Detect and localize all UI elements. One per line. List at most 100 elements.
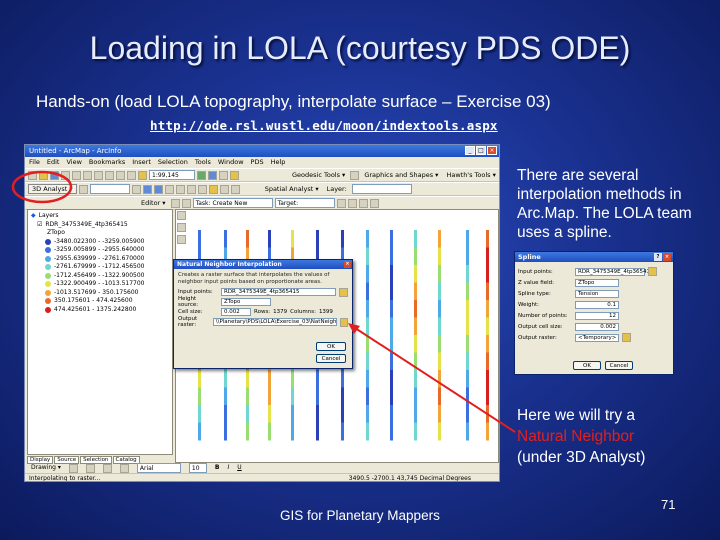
legend-class-item[interactable]: -3259.005899 - -2955.640000 xyxy=(31,246,169,255)
ode-link[interactable]: http://ode.rsl.wustl.edu/moon/indextools… xyxy=(150,118,498,133)
geodesic-icon[interactable] xyxy=(350,170,360,180)
toc-layer[interactable]: ☑ RDR_3475349E_4tp365415 xyxy=(31,221,169,230)
menu-help[interactable]: Help xyxy=(271,157,286,168)
spline-points-input[interactable]: 12 xyxy=(575,311,619,320)
menu-file[interactable]: File xyxy=(29,157,40,168)
rectangle-icon[interactable] xyxy=(102,463,112,473)
spline-browse-icon[interactable] xyxy=(648,267,657,276)
font-size-dropdown[interactable]: 10 xyxy=(188,463,207,473)
pan-icon[interactable] xyxy=(131,184,141,194)
close-icon[interactable]: × xyxy=(487,146,497,155)
nn-browse-icon[interactable] xyxy=(339,287,348,297)
toc-root[interactable]: ◆ Layers xyxy=(31,212,169,221)
spline-close-icon[interactable]: × xyxy=(663,253,671,261)
spline-weight-input[interactable]: 0.1 xyxy=(575,300,619,309)
arctoolbox-icon[interactable] xyxy=(208,170,217,180)
text-icon[interactable] xyxy=(119,463,129,473)
spline-z-field-select[interactable]: ZTopo xyxy=(575,278,619,287)
spline-type-select[interactable]: Tension xyxy=(575,289,619,298)
attributes-icon[interactable] xyxy=(358,198,368,208)
nn-output-browse-icon[interactable] xyxy=(340,317,348,327)
sketch-tool-icon[interactable] xyxy=(181,198,191,208)
help-icon[interactable] xyxy=(230,170,239,180)
menu-bookmarks[interactable]: Bookmarks xyxy=(89,157,125,168)
rotate-tool-icon[interactable] xyxy=(347,198,357,208)
menu-selection[interactable]: Selection xyxy=(158,157,188,168)
nn-cancel-button[interactable]: Cancel xyxy=(316,354,346,363)
back-icon[interactable] xyxy=(175,184,185,194)
spline-input-points-select[interactable]: RDR_3475349E_4tp365415 xyxy=(575,267,654,276)
legend-class-item[interactable]: -1322.900499 - -1013.517700 xyxy=(31,280,169,289)
target-dropdown[interactable]: Target: xyxy=(274,198,335,208)
legend-class-item[interactable]: -3480.022300 - -3259.005900 xyxy=(31,238,169,247)
text-tool-icon[interactable] xyxy=(177,235,186,244)
delete-icon[interactable] xyxy=(105,170,114,180)
3d-analyst-layer-dropdown[interactable] xyxy=(89,184,130,194)
spline-output-browse-icon[interactable] xyxy=(622,333,631,342)
copy-icon[interactable] xyxy=(83,170,92,180)
menu-edit[interactable]: Edit xyxy=(47,157,60,168)
spline-cancel-button[interactable]: Cancel xyxy=(605,361,633,370)
menu-insert[interactable]: Insert xyxy=(132,157,151,168)
underline-icon[interactable]: U xyxy=(237,463,241,473)
3d-analyst-icon[interactable] xyxy=(78,184,88,194)
spline-output-input[interactable]: <Temporary> xyxy=(575,333,619,342)
graphics-shapes-menu[interactable]: Graphics and Shapes ▾ xyxy=(361,171,441,179)
spatial-analyst-layer-dropdown[interactable] xyxy=(351,184,412,194)
legend-class-item[interactable]: -1013.517699 - 350.175600 xyxy=(31,289,169,298)
menu-view[interactable]: View xyxy=(66,157,81,168)
new-icon[interactable] xyxy=(28,170,37,180)
legend-class-item[interactable]: -2761.679999 - -1712.456500 xyxy=(31,263,169,272)
sketch-properties-icon[interactable] xyxy=(369,198,379,208)
menu-tools[interactable]: Tools xyxy=(195,157,211,168)
minimize-icon[interactable]: _ xyxy=(465,146,475,155)
font-dropdown[interactable]: Arial xyxy=(136,463,181,473)
measure-icon[interactable] xyxy=(230,184,240,194)
identify-icon[interactable] xyxy=(208,184,218,194)
italic-icon[interactable]: I xyxy=(227,463,229,473)
drawing-menu[interactable]: Drawing ▾ xyxy=(31,463,61,473)
find-icon[interactable] xyxy=(219,184,229,194)
nn-output-input[interactable]: \\Planetary\PDS\LOLA\Exercise_03\NatNeig… xyxy=(212,318,338,326)
pointer-icon[interactable] xyxy=(177,211,186,220)
task-dropdown[interactable]: Task: Create New Feature xyxy=(192,198,273,216)
open-icon[interactable] xyxy=(39,170,48,180)
nn-height-source-select[interactable]: ZTopo xyxy=(221,298,271,306)
add-data-icon[interactable] xyxy=(138,170,147,180)
save-icon[interactable] xyxy=(50,170,59,180)
cut-icon[interactable] xyxy=(72,170,81,180)
bold-icon[interactable]: B xyxy=(215,463,220,473)
spatial-analyst-menu[interactable]: Spatial Analyst ▾ xyxy=(262,185,322,193)
zoom-out-icon[interactable] xyxy=(153,184,163,194)
editor-icon[interactable] xyxy=(197,170,206,180)
maximize-icon[interactable]: □ xyxy=(476,146,486,155)
legend-class-item[interactable]: 474.425601 - 1375.242800 xyxy=(31,306,169,315)
full-extent-icon[interactable] xyxy=(164,184,174,194)
paste-icon[interactable] xyxy=(94,170,103,180)
split-tool-icon[interactable] xyxy=(336,198,346,208)
select-icon[interactable] xyxy=(197,184,207,194)
nn-ok-button[interactable]: OK xyxy=(316,342,346,351)
spline-help-icon[interactable]: ? xyxy=(654,253,662,261)
3d-analyst-dropdown[interactable]: 3D Analyst ▾ xyxy=(28,184,77,194)
hawths-tools-menu[interactable]: Hawth's Tools ▾ xyxy=(443,171,498,179)
editor-menu[interactable]: Editor ▾ xyxy=(138,199,169,207)
spline-cell-size-input[interactable]: 0.002 xyxy=(575,322,619,331)
rotate-icon[interactable] xyxy=(85,463,95,473)
menu-window[interactable]: Window xyxy=(218,157,244,168)
legend-class-item[interactable]: -2955.639999 - -2761.670000 xyxy=(31,255,169,264)
spline-ok-button[interactable]: OK xyxy=(573,361,601,370)
catalog-icon[interactable] xyxy=(219,170,228,180)
legend-class-item[interactable]: 350.175601 - 474.425600 xyxy=(31,297,169,306)
nn-input-points-select[interactable]: RDR_3475349E_4tp365415 xyxy=(221,288,336,296)
zoom-in-icon[interactable] xyxy=(142,184,152,194)
redo-icon[interactable] xyxy=(127,170,136,180)
geodesic-tools-menu[interactable]: Geodesic Tools ▾ xyxy=(289,171,348,179)
nn-close-icon[interactable]: × xyxy=(344,261,351,268)
menu-pds[interactable]: PDS xyxy=(251,157,264,168)
edit-tool-icon[interactable] xyxy=(170,198,180,208)
legend-class-item[interactable]: -1712.456499 - -1322.900500 xyxy=(31,272,169,281)
select-elements-icon[interactable] xyxy=(68,463,78,473)
forward-icon[interactable] xyxy=(186,184,196,194)
undo-icon[interactable] xyxy=(116,170,125,180)
